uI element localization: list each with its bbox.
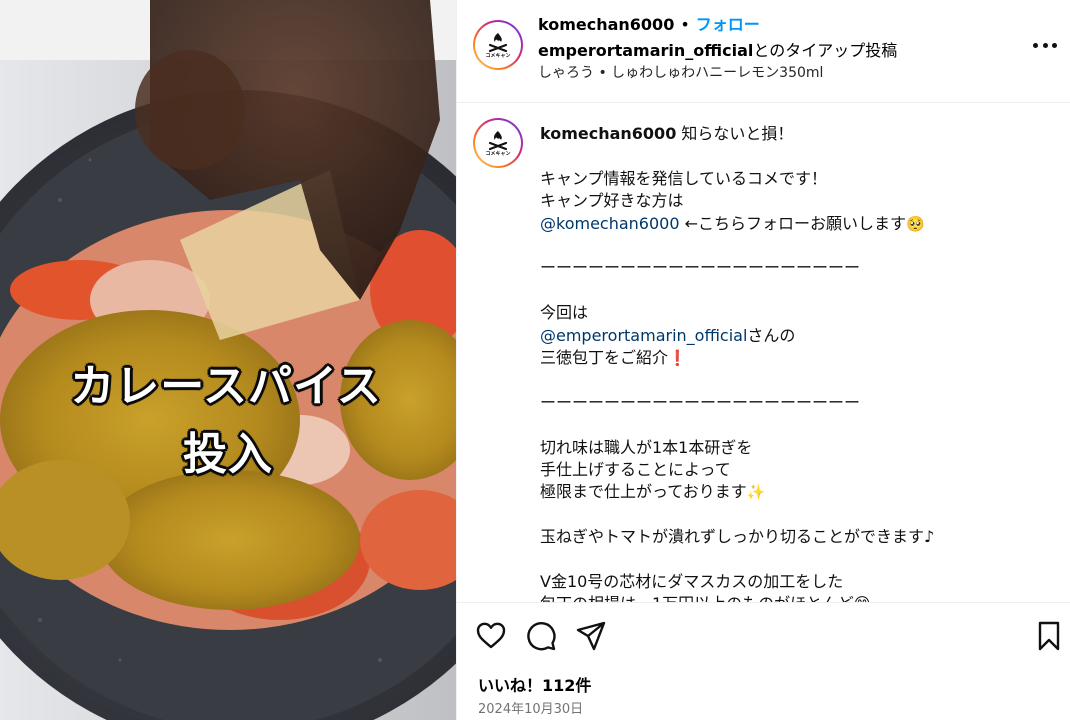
video-caption-line2: 投入 xyxy=(183,429,273,480)
partnership-line: emperortamarin_officialとのタイアップ投稿 xyxy=(538,37,897,61)
comment-icon[interactable] xyxy=(525,620,557,652)
caption-line: 極限まで仕上がっております✨ xyxy=(540,481,1060,503)
caption-line: キャンプ好きな方は xyxy=(540,190,1060,212)
caption-line-text: 玉ねぎやトマトが潰れずしっかり切ることができます♪ xyxy=(540,527,935,547)
post-date: 2024年10月30日 xyxy=(478,702,584,717)
caption-line: 包丁の相場は、1万円以上のものがほとんど😊 xyxy=(540,593,1060,602)
caption-line-text: ←こちらフォローお願いします xyxy=(679,213,907,233)
caption-line xyxy=(540,414,1060,436)
caption-line: 切れ味は職人が1本1本研ぎを xyxy=(540,437,1060,459)
caption-line: 玉ねぎやトマトが潰れずしっかり切ることができます♪ xyxy=(540,526,1060,548)
caption-first-line: komechan6000 知らないと損！ xyxy=(540,123,1060,145)
caption-line-text: ーーーーーーーーーーーーーーーーーーーー xyxy=(540,392,861,412)
caption-line-text: 切れ味は職人が1本1本研ぎを xyxy=(540,437,753,457)
likes-count[interactable]: いいね！112件 xyxy=(478,672,591,696)
post-caption: komechan6000 知らないと損！ キャンプ情報を発信しているコメです！ キ… xyxy=(540,123,1060,602)
caption-line-text: 三徳包丁をご紹介 xyxy=(540,348,669,368)
caption-line xyxy=(540,145,1060,167)
caption-line-text: 今回は xyxy=(540,303,589,323)
follow-button[interactable]: フォロー xyxy=(696,15,760,34)
caption-line-text: キャンプ情報を発信しているコメです！ xyxy=(540,168,828,188)
share-icon[interactable] xyxy=(575,620,607,652)
caption-line: 三徳包丁をご紹介❗ xyxy=(540,347,1060,369)
emoji-icon: ❗ xyxy=(668,349,687,368)
caption-line-text: 極限まで仕上がっております xyxy=(540,482,747,502)
avatar-text: コメキャン xyxy=(485,53,511,59)
header-username[interactable]: komechan6000 xyxy=(538,15,674,34)
caption-line: ーーーーーーーーーーーーーーーーーーーー xyxy=(540,392,1060,414)
caption-line-text: ーーーーーーーーーーーーーーーーーーーー xyxy=(540,258,861,278)
mention-link[interactable]: @komechan6000 xyxy=(540,214,680,233)
bookmark-icon[interactable] xyxy=(1033,620,1065,652)
caption-line: @komechan6000 ←こちらフォローお願いします🥺 xyxy=(540,213,1060,235)
post-side-panel: コメキャン komechan6000 • フォロー emperortamarin_o… xyxy=(456,0,1070,720)
post-header: コメキャン komechan6000 • フォロー emperortamarin_o… xyxy=(457,0,1070,103)
caption-line xyxy=(540,504,1060,526)
header-user-line: komechan6000 • フォロー xyxy=(538,11,760,35)
caption-line: V金10号の芯材にダマスカスの加工をした xyxy=(540,571,1060,593)
caption-line xyxy=(540,235,1060,257)
campfire-logo-icon xyxy=(488,131,508,151)
caption-line xyxy=(540,280,1060,302)
heart-icon[interactable] xyxy=(475,620,507,652)
audio-link[interactable]: しゃろう • しゅわしゅわハニーレモン350ml xyxy=(538,62,823,82)
comments-section[interactable]: コメキャン komechan6000 知らないと損！ キャンプ情報を発信している… xyxy=(457,104,1070,602)
caption-line-text: V金10号の芯材にダマスカスの加工をした xyxy=(540,572,844,592)
caption-first-text: 知らないと損！ xyxy=(681,124,794,143)
partner-account-link[interactable]: emperortamarin_official xyxy=(538,41,753,60)
video-caption-line1: カレースパイス xyxy=(70,361,382,412)
caption-line: 今回は xyxy=(540,302,1060,324)
campfire-logo-icon xyxy=(488,33,508,53)
caption-line-text: さんの xyxy=(747,325,796,345)
mention-link[interactable]: @emperortamarin_official xyxy=(540,326,747,345)
comment-avatar[interactable]: コメキャン xyxy=(473,118,523,168)
caption-line: @emperortamarin_officialさんの xyxy=(540,325,1060,347)
separator: • xyxy=(680,15,690,34)
more-options-icon[interactable] xyxy=(1033,36,1057,54)
caption-line: ーーーーーーーーーーーーーーーーーーーー xyxy=(540,257,1060,279)
caption-line-text: 手仕上げすることによって xyxy=(540,460,731,480)
caption-line-text: 包丁の相場は、1万円以上のものがほとんど😊 xyxy=(540,594,870,602)
caption-line: キャンプ情報を発信しているコメです！ xyxy=(540,168,1060,190)
caption-line: 手仕上げすることによって xyxy=(540,459,1060,481)
caption-line-text: キャンプ好きな方は xyxy=(540,191,684,211)
caption-lines: キャンプ情報を発信しているコメです！ キャンプ好きな方は @komechan6000… xyxy=(540,145,1060,602)
emoji-icon: ✨ xyxy=(746,483,766,502)
avatar-text: コメキャン xyxy=(485,151,511,157)
partnership-text: とのタイアップ投稿 xyxy=(753,41,898,60)
caption-line xyxy=(540,549,1060,571)
caption-line xyxy=(540,369,1060,391)
avatar[interactable]: コメキャン xyxy=(473,20,523,70)
caption-username[interactable]: komechan6000 xyxy=(540,124,676,143)
emoji-icon: 🥺 xyxy=(906,214,925,233)
post-media[interactable]: カレースパイス 投入 xyxy=(0,0,456,720)
